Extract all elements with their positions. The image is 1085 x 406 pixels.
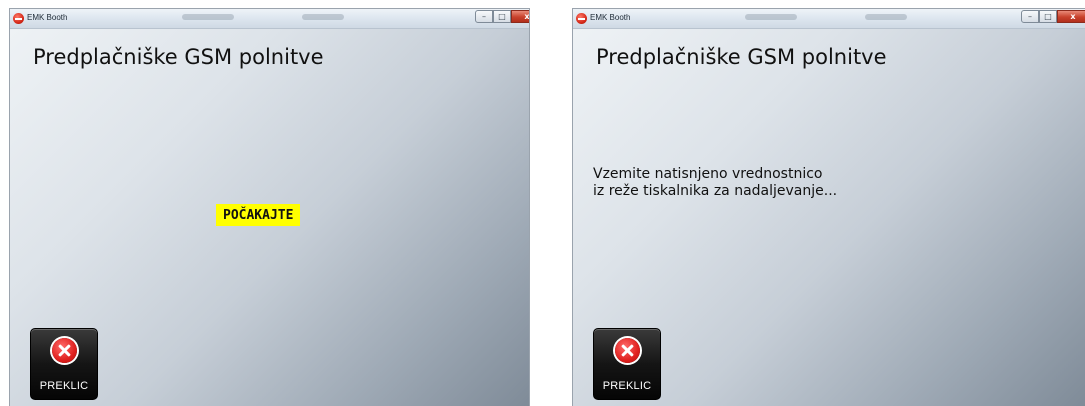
instruction-line: iz reže tiskalnika za nadaljevanje... xyxy=(593,183,838,199)
cancel-button-label: PREKLIC xyxy=(602,380,652,392)
close-button[interactable]: x xyxy=(511,10,529,23)
status-badge: POČAKAJTE xyxy=(216,204,301,226)
blurred-title-text xyxy=(745,14,797,20)
close-button[interactable]: x xyxy=(1057,10,1085,23)
window-title: EMK Booth xyxy=(590,13,631,22)
cancel-button[interactable]: PREKLIC xyxy=(30,328,98,400)
page-title: Predplačniške GSM polnitve xyxy=(596,45,887,69)
emk-logo-icon xyxy=(576,13,587,24)
maximize-button[interactable]: □ xyxy=(493,10,511,23)
cancel-x-icon xyxy=(52,338,77,363)
kiosk-screen: Predplačniške GSM polnitve Vzemite natis… xyxy=(573,29,1085,406)
title-bar: EMK Booth – □ x xyxy=(573,9,1085,29)
minimize-button[interactable]: – xyxy=(475,10,493,23)
window-controls: – □ x xyxy=(1021,10,1085,23)
app-window-waiting: EMK Booth – □ x Predplačniške GSM polnit… xyxy=(9,8,530,406)
page-title: Predplačniške GSM polnitve xyxy=(33,45,324,69)
blurred-title-text xyxy=(865,14,907,20)
maximize-button[interactable]: □ xyxy=(1039,10,1057,23)
blurred-title-text xyxy=(182,14,234,20)
window-title: EMK Booth xyxy=(27,13,68,22)
cancel-button[interactable]: PREKLIC xyxy=(593,328,661,400)
title-bar: EMK Booth – □ x xyxy=(10,9,529,29)
app-window-take-voucher: EMK Booth – □ x Predplačniške GSM polnit… xyxy=(572,8,1085,406)
minimize-button[interactable]: – xyxy=(1021,10,1039,23)
blurred-title-text xyxy=(302,14,344,20)
instruction-line: Vzemite natisnjeno vrednostnico xyxy=(593,166,823,182)
kiosk-screen: Predplačniške GSM polnitve POČAKAJTE PRE… xyxy=(10,29,529,406)
window-controls: – □ x xyxy=(475,10,529,23)
cancel-x-icon xyxy=(615,338,640,363)
cancel-button-label: PREKLIC xyxy=(39,380,89,392)
emk-logo-icon xyxy=(13,13,24,24)
instruction-message: Vzemite natisnjeno vrednostnico iz reže … xyxy=(593,166,837,200)
